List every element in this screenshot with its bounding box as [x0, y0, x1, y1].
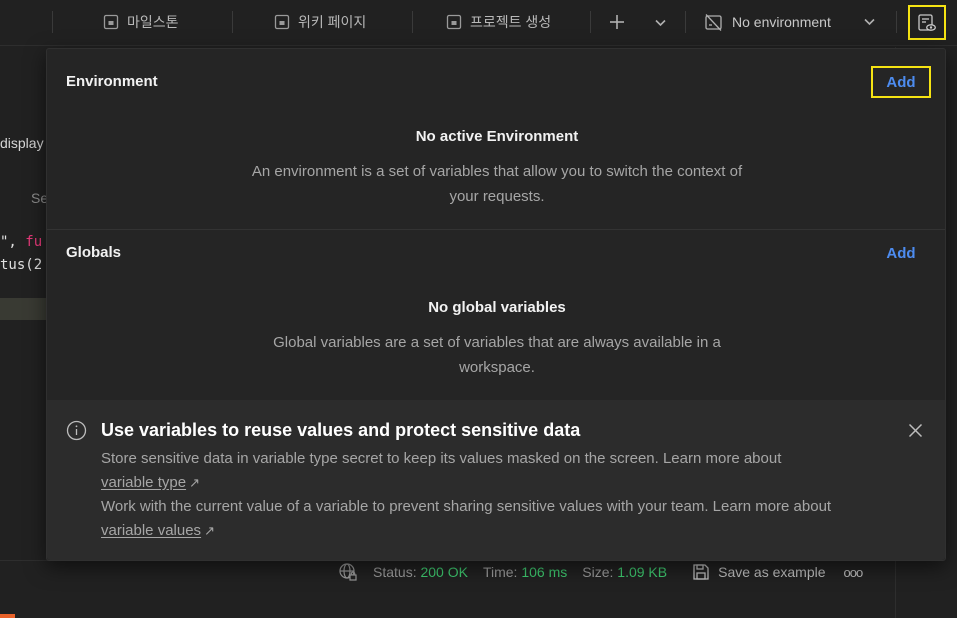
create-project-icon: [446, 14, 462, 29]
code-line-highlight: [0, 298, 46, 320]
environment-description: An environment is a set of variables tha…: [251, 163, 743, 205]
save-as-example-button[interactable]: Save as example: [692, 563, 826, 581]
environment-selector[interactable]: No environment: [704, 0, 882, 44]
save-as-example-label: Save as example: [718, 564, 826, 580]
toolbar-separator: [52, 11, 53, 33]
info-line-current-value: Work with the current value of a variabl…: [101, 498, 832, 515]
size-value: 1.09 KB: [617, 564, 668, 580]
toolbar-separator: [232, 11, 233, 33]
code-line: tus(2: [0, 257, 43, 273]
no-active-environment-title: No active Environment: [415, 128, 579, 145]
new-tab-button[interactable]: [602, 0, 632, 44]
tabs-dropdown-button[interactable]: [645, 0, 675, 44]
no-global-variables-title: No global variables: [428, 299, 566, 316]
external-link-icon: ↗: [204, 523, 215, 538]
environment-quick-look-popover: Environment Add No active Environment An…: [46, 48, 946, 561]
info-banner-title: Use variables to reuse values and protec…: [101, 420, 581, 440]
time-value: 106 ms: [521, 564, 568, 580]
section-divider: [47, 229, 945, 230]
plus-icon: [610, 15, 624, 29]
tab-wiki-page[interactable]: 위키 페이지: [274, 0, 366, 44]
info-icon: [66, 420, 87, 441]
status-value: 200 OK: [420, 564, 468, 580]
tab-create-project-label: 프로젝트 생성: [470, 14, 552, 30]
app-window: 마일스톤 위키 페이지 프로젝트 생성 No environment displ…: [0, 0, 957, 618]
info-paragraph-variable-values: Work with the current value of a variabl…: [101, 495, 861, 543]
environment-quick-look-button[interactable]: [908, 5, 946, 40]
environment-section-title: Environment: [66, 73, 158, 90]
response-status-row: Status: 200 OK Time: 106 ms Size: 1.09 K…: [338, 561, 864, 583]
chevron-down-icon: [654, 19, 666, 26]
top-toolbar: 마일스톤 위키 페이지 프로젝트 생성 No environment: [0, 0, 957, 46]
chevron-down-icon: [864, 18, 875, 26]
variable-type-link[interactable]: variable type: [101, 474, 186, 491]
no-environment-icon: [705, 13, 722, 31]
variables-info-banner: Use variables to reuse values and protec…: [47, 400, 945, 560]
wiki-page-icon: [274, 14, 290, 29]
toolbar-separator: [685, 11, 686, 33]
code-line: ", fu: [0, 234, 42, 250]
save-icon: [693, 564, 709, 580]
code-string: ",: [0, 234, 26, 250]
tab-milestone-label: 마일스톤: [127, 14, 179, 30]
tab-milestone[interactable]: 마일스톤: [103, 0, 179, 44]
info-line-secret: Store sensitive data in variable type se…: [101, 450, 782, 467]
toolbar-separator: [412, 11, 413, 33]
tab-wiki-page-label: 위키 페이지: [298, 14, 367, 30]
external-link-icon: ↗: [189, 475, 200, 490]
toolbar-separator: [590, 11, 591, 33]
environment-quick-look-icon: [918, 13, 936, 31]
tab-indicator: [0, 614, 15, 618]
environment-selector-label: No environment: [732, 14, 831, 30]
request-editor-background: [0, 47, 46, 618]
globals-description: Global variables are a set of variables …: [273, 334, 721, 376]
globals-section-title: Globals: [66, 244, 122, 261]
status-label: Status:: [373, 564, 417, 580]
variable-values-link[interactable]: variable values: [101, 522, 201, 539]
more-options-button[interactable]: ooo: [844, 565, 864, 580]
add-environment-button[interactable]: Add: [871, 66, 931, 98]
size-label: Size:: [582, 564, 614, 580]
tab-fragment[interactable]: display: [0, 135, 44, 151]
tab-create-project[interactable]: 프로젝트 생성: [446, 0, 551, 44]
toolbar-separator: [896, 11, 897, 33]
info-paragraph-variable-type: Store sensitive data in variable type se…: [101, 447, 861, 495]
close-icon: [908, 423, 922, 437]
add-global-button[interactable]: Add: [875, 240, 927, 266]
time-label: Time:: [482, 564, 518, 580]
milestone-icon: [103, 14, 119, 29]
close-banner-button[interactable]: [905, 420, 925, 440]
code-function: fu: [25, 234, 43, 250]
globe-lock-icon: [339, 563, 357, 581]
